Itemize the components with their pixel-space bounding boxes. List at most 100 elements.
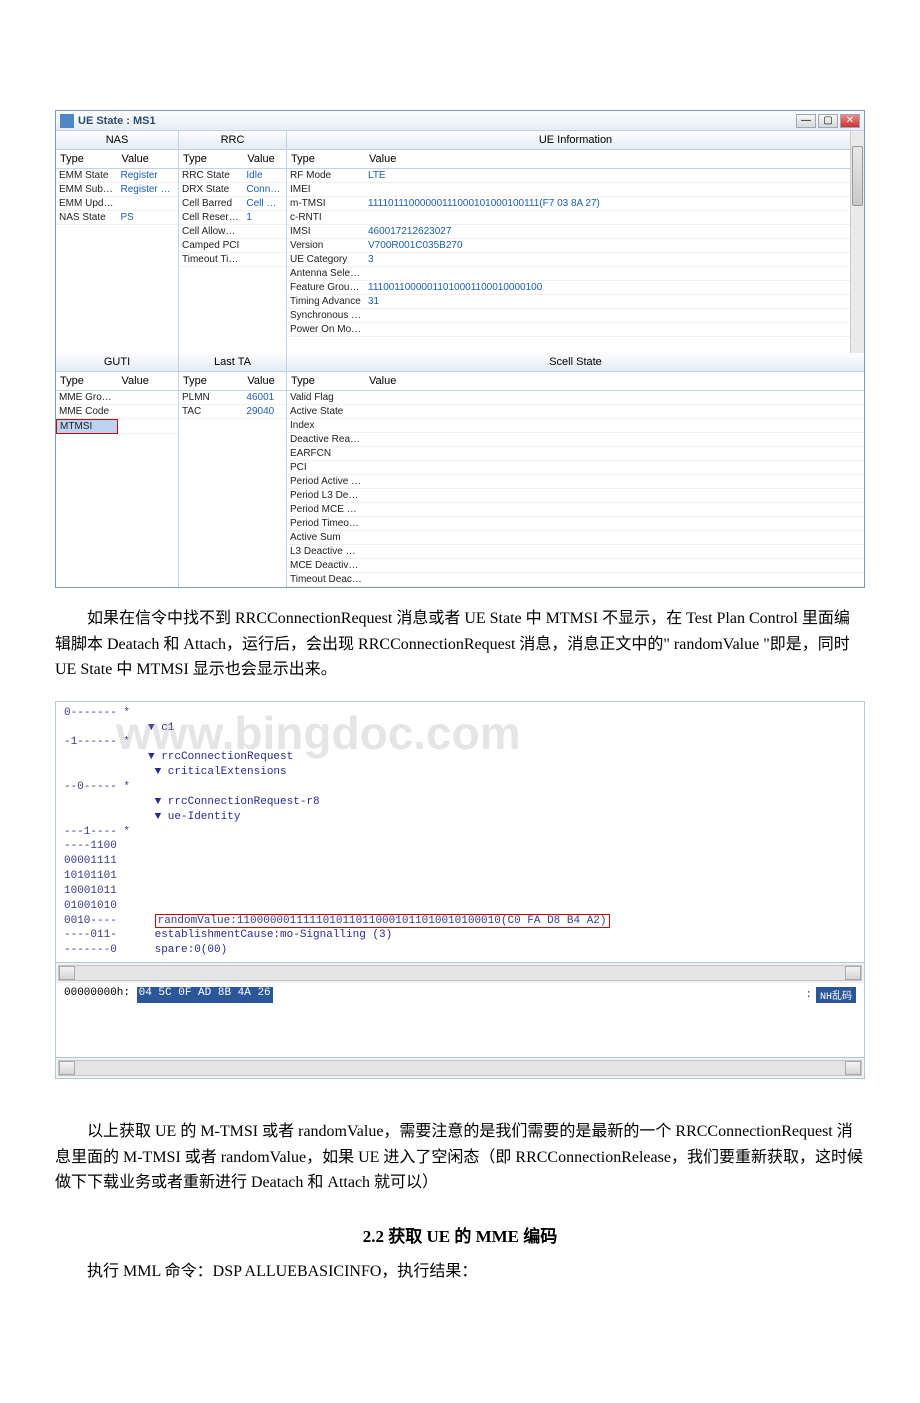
row-label: Timeout Timer ID: [179, 253, 243, 267]
scroll-left-icon[interactable]: [59, 966, 75, 980]
row-label: UE Category: [287, 253, 365, 267]
row-label: MME GroupID: [56, 391, 118, 405]
code-bits: ----011-: [64, 928, 148, 943]
table-row: Timing Advance31: [287, 295, 864, 309]
row-value: 3: [365, 253, 864, 267]
bottom-panels: GUTI TypeValue MME GroupIDMME CodeMTMSI …: [56, 353, 864, 587]
table-row: Period Active Count: [287, 475, 864, 489]
col-value: Value: [118, 372, 179, 391]
row-label: IMEI: [287, 183, 365, 197]
scroll-right-icon[interactable]: [845, 966, 861, 980]
row-value: [365, 461, 864, 475]
row-label: Period Timeout Deact...: [287, 517, 365, 531]
row-value: Idle: [243, 169, 286, 183]
row-value: Connected D...: [243, 183, 286, 197]
row-label: Power On Mode: [287, 323, 365, 337]
code-line: 10101101: [64, 869, 856, 884]
hscroll-bar: [56, 962, 864, 983]
code-line: ----1100: [64, 839, 856, 854]
code-tree-text: ▼ criticalExtensions: [148, 766, 287, 778]
scell-header: Scell State: [287, 353, 864, 372]
table-row: Timeout Deactive Sum: [287, 573, 864, 587]
table-row: Deactive Reason: [287, 433, 864, 447]
table-row: Timeout Timer ID: [179, 253, 286, 267]
row-label: Version: [287, 239, 365, 253]
row-value: [365, 267, 864, 281]
row-label: Index: [287, 419, 365, 433]
hscroll-bar-2: [56, 1057, 864, 1078]
row-value: 1: [243, 211, 286, 225]
row-label: Camped PCI: [179, 239, 243, 253]
row-label: EMM Sub State: [56, 183, 118, 197]
table-row: Cell BarredCell Not Barred: [179, 197, 286, 211]
row-label: Synchronous State: [287, 309, 365, 323]
table-row: RRC StateIdle: [179, 169, 286, 183]
table-row: MME GroupID: [56, 391, 178, 405]
close-button[interactable]: ✕: [840, 114, 860, 128]
row-label: Period Active Count: [287, 475, 365, 489]
window-icon: [60, 114, 74, 128]
code-line: ▼ c1: [64, 721, 856, 736]
row-label: PCI: [287, 461, 365, 475]
table-row: Valid Flag: [287, 391, 864, 405]
row-label: Feature Group Indic...: [287, 281, 365, 295]
table-row: EMM StateRegister: [56, 169, 178, 183]
row-label: Active State: [287, 405, 365, 419]
row-value: [365, 183, 864, 197]
scroll-left-icon[interactable]: [59, 1061, 75, 1075]
row-label: PLMN: [179, 391, 243, 405]
code-bits: 10101101: [64, 869, 148, 884]
rrc-panel: RRC TypeValue RRC StateIdleDRX StateConn…: [179, 131, 287, 353]
row-value: [365, 545, 864, 559]
row-value: LTE: [365, 169, 864, 183]
lastta-panel: Last TA TypeValue PLMN46001TAC29040: [179, 353, 287, 587]
table-row: Feature Group Indic...111001100000110100…: [287, 281, 864, 295]
row-label: TAC: [179, 405, 243, 419]
nas-panel: NAS TypeValue EMM StateRegisterEMM Sub S…: [56, 131, 179, 353]
row-value: [365, 433, 864, 447]
hex-line: 00000000h: 04 5C 0F AD 8B 4A 26 :NH乱码: [56, 983, 864, 1007]
top-panels: NAS TypeValue EMM StateRegisterEMM Sub S…: [56, 131, 864, 353]
code-tree-text: spare:0(00): [148, 944, 227, 956]
row-label: c-RNTI: [287, 211, 365, 225]
table-row: UE Category3: [287, 253, 864, 267]
row-value: [365, 531, 864, 545]
code-line: ▼ rrcConnectionRequest-r8: [64, 795, 856, 810]
row-value: [365, 419, 864, 433]
code-line: ---1---- *: [64, 825, 856, 840]
col-type: Type: [56, 150, 118, 169]
row-label: Cell Allowed Ac...: [179, 225, 243, 239]
row-value: 29040: [243, 405, 286, 419]
table-row: EMM Update: [56, 197, 178, 211]
hscroll[interactable]: [58, 965, 862, 981]
row-value: [365, 573, 864, 587]
code-bits: 0------- *: [64, 706, 148, 721]
code-tree-text: ▼ rrcConnectionRequest-r8: [148, 796, 320, 808]
scell-panel: Scell State TypeValue Valid FlagActive S…: [287, 353, 864, 587]
row-label: RRC State: [179, 169, 243, 183]
row-label: RF Mode: [287, 169, 365, 183]
scrollbar[interactable]: [850, 131, 864, 353]
code-line: ----011- establishmentCause:mo-Signallin…: [64, 928, 856, 943]
table-row: Power On Mode: [287, 323, 864, 337]
code-line: -------0 spare:0(00): [64, 943, 856, 958]
maximize-button[interactable]: ▢: [818, 114, 838, 128]
col-value: Value: [365, 150, 864, 169]
minimize-button[interactable]: —: [796, 114, 816, 128]
row-value: [365, 475, 864, 489]
hscroll-2[interactable]: [58, 1060, 862, 1076]
scroll-thumb[interactable]: [852, 146, 863, 206]
code-line: 01001010: [64, 899, 856, 914]
guti-panel: GUTI TypeValue MME GroupIDMME CodeMTMSI: [56, 353, 179, 587]
row-value: 11110111000000111000101000100111(F7 03 8…: [365, 197, 864, 211]
ue-state-window: UE State : MS1 — ▢ ✕ NAS TypeValue EMM S…: [55, 110, 865, 588]
col-type: Type: [179, 150, 243, 169]
table-row: Period L3 Deactive C...: [287, 489, 864, 503]
table-row: MCE Deactive Sum: [287, 559, 864, 573]
code-line: ▼ criticalExtensions: [64, 765, 856, 780]
row-value: 46001: [243, 391, 286, 405]
col-type: Type: [179, 372, 243, 391]
table-row: NAS StatePS: [56, 211, 178, 225]
random-value-box: randomValue:1100000011111010110110001011…: [155, 914, 610, 928]
scroll-right-icon[interactable]: [845, 1061, 861, 1075]
